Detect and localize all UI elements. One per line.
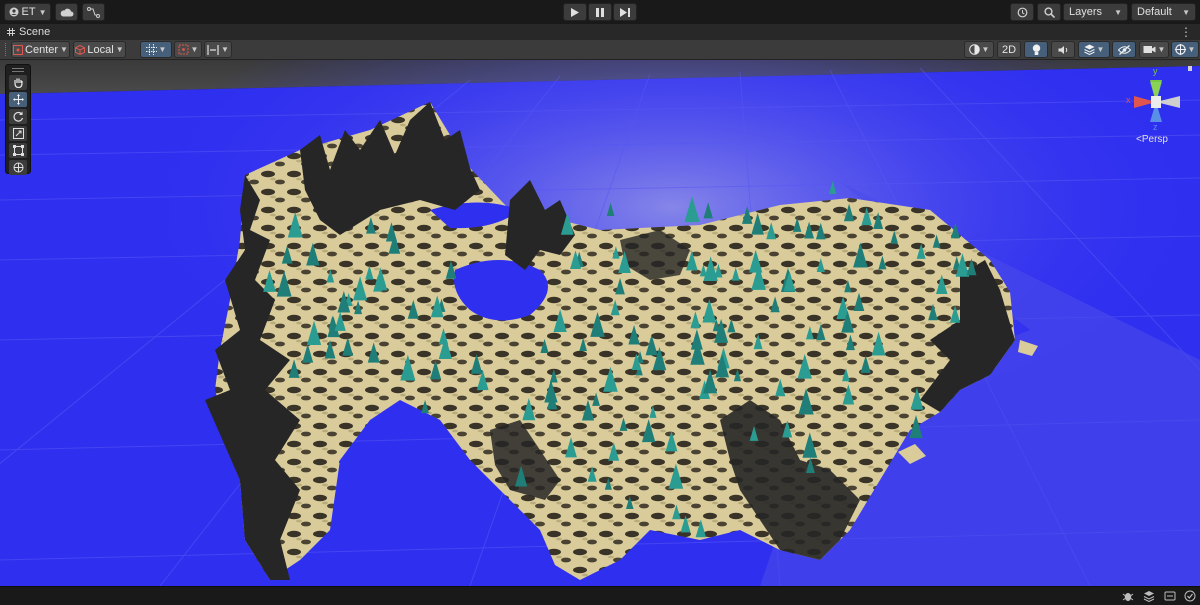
grid-icon (7, 28, 15, 36)
hand-icon (13, 78, 23, 88)
search-button[interactable] (1037, 3, 1061, 21)
camera-icon (1143, 46, 1156, 53)
audio-icon (1058, 45, 1067, 54)
hidden-eye-icon (1117, 44, 1131, 55)
transform-icon (13, 162, 23, 173)
cloud-icon (60, 8, 73, 16)
pivot-center-icon (13, 44, 24, 55)
snap-increment-icon (178, 44, 189, 55)
mode-2d-label: 2D (1001, 43, 1017, 56)
tab-scene[interactable]: Scene (0, 24, 58, 40)
chevron-down-icon: ▼ (1187, 45, 1196, 54)
chevron-down-icon: ▼ (60, 45, 68, 54)
chevron-down-icon: ▼ (1096, 45, 1105, 54)
version-control-button[interactable] (82, 3, 105, 21)
chevron-down-icon: ▼ (1114, 7, 1122, 17)
check-circle-icon[interactable] (1184, 590, 1196, 602)
rotate-icon (13, 111, 23, 122)
chevron-down-icon: ▼ (981, 45, 990, 54)
layout-label: Default (1137, 6, 1172, 18)
transform-tools-panel (5, 64, 31, 175)
audio-toggle[interactable] (1051, 41, 1075, 58)
grid-snap-icon (145, 44, 157, 55)
move-arrows-icon (12, 94, 24, 105)
account-icon (9, 7, 18, 17)
terrain-render (0, 60, 1200, 586)
cloud-button[interactable] (55, 3, 78, 21)
lightbulb-icon (1032, 44, 1040, 55)
layers-label: Layers (1069, 6, 1103, 18)
gizmo-z-label: z (1153, 122, 1158, 132)
history-icon (1017, 7, 1027, 17)
step-button[interactable] (613, 3, 637, 21)
lighting-toggle[interactable] (1024, 41, 1048, 58)
chevron-down-icon: ▼ (38, 7, 47, 17)
chevron-down-icon: ▼ (190, 45, 199, 54)
scale-tool[interactable] (9, 126, 27, 141)
rotate-tool[interactable] (9, 109, 27, 124)
main-toolbar: ET ▼ Layers ▼ Default ▼ (0, 0, 1200, 24)
chevron-down-icon: ▼ (221, 45, 229, 54)
scene-toolbar: Center ▼ Local ▼ ▼ ▼ ▼ ▼ 2D ▼ ▼ ▼ (0, 40, 1200, 60)
axis-gizmo-icon (1134, 66, 1192, 122)
pivot-space-dropdown[interactable]: Local ▼ (73, 41, 126, 58)
layers-status-icon[interactable] (1143, 590, 1155, 602)
align-dropdown[interactable]: ▼ (204, 41, 232, 58)
pause-button[interactable] (588, 3, 612, 21)
undo-history-button[interactable] (1010, 3, 1034, 21)
tab-scene-label: Scene (19, 26, 51, 38)
increment-snap-dropdown[interactable]: ▼ (174, 41, 202, 58)
cube-icon (75, 44, 86, 55)
search-icon (1043, 6, 1055, 18)
gizmos-dropdown[interactable]: ▼ (1171, 41, 1199, 58)
pivot-mode-dropdown[interactable]: Center ▼ (11, 41, 70, 58)
branch-icon (87, 6, 100, 18)
effects-dropdown[interactable]: ▼ (1078, 41, 1110, 58)
play-button[interactable] (563, 3, 587, 21)
scene-tab-bar: Scene ⋮ (0, 24, 1200, 41)
layers-stack-icon (1083, 44, 1095, 55)
scale-icon (12, 128, 24, 139)
cache-status-icon[interactable] (1164, 590, 1176, 602)
draw-mode-dropdown[interactable]: ▼ (964, 41, 994, 58)
gizmo-x-label: x (1126, 95, 1131, 105)
rect-transform-icon (12, 145, 24, 156)
status-bar (0, 586, 1200, 605)
pause-icon (596, 7, 604, 17)
toolbar-grip (5, 43, 8, 56)
shading-icon (968, 44, 980, 55)
scene-viewport[interactable]: y x z <Persp (0, 60, 1200, 586)
layout-dropdown[interactable]: Default ▼ (1131, 3, 1196, 21)
step-icon (620, 7, 630, 17)
more-options-icon[interactable]: ⋮ (1180, 25, 1192, 39)
play-icon (571, 7, 579, 17)
account-label: ET (21, 6, 36, 18)
panel-grip (12, 68, 24, 72)
camera-dropdown[interactable]: ▼ (1139, 41, 1169, 58)
mode-2d-toggle[interactable]: 2D (997, 41, 1021, 58)
gizmo-icon (1174, 44, 1186, 55)
bug-icon[interactable] (1122, 590, 1134, 602)
grid-snapping-toggle[interactable]: ▼ (140, 41, 172, 58)
layers-dropdown[interactable]: Layers ▼ (1063, 3, 1128, 21)
chevron-down-icon: ▼ (1157, 45, 1166, 54)
account-dropdown[interactable]: ET ▼ (4, 3, 51, 21)
orientation-gizmo[interactable]: y x z <Persp (1120, 66, 1196, 152)
scene-visibility-toggle[interactable] (1112, 41, 1136, 58)
chevron-down-icon: ▼ (1182, 7, 1190, 17)
pivot-space-label: Local (87, 43, 114, 56)
pivot-mode-label: Center (25, 43, 59, 56)
transform-tool[interactable] (9, 160, 27, 175)
projection-label[interactable]: <Persp (1136, 134, 1168, 145)
hand-tool[interactable] (9, 75, 27, 90)
rect-tool[interactable] (9, 143, 27, 158)
chevron-down-icon: ▼ (158, 45, 167, 54)
move-tool[interactable] (9, 92, 27, 107)
gizmo-y-label: y (1153, 66, 1158, 76)
chevron-down-icon: ▼ (115, 45, 124, 54)
align-icon (207, 44, 219, 55)
